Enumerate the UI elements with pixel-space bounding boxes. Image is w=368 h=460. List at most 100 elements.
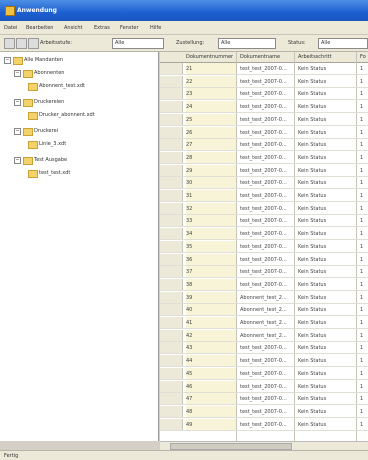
table-row[interactable]: 43 test_test_2007-0... Kein Status 1 [160, 342, 368, 355]
table-row[interactable]: 27 test_test_2007-0... Kein Status 1 [160, 139, 368, 152]
table-row[interactable]: 35 test_test_2007-0... Kein Status 1 [160, 240, 368, 253]
table-row[interactable]: 25 test_test_2007-0... Kein Status 1 [160, 113, 368, 126]
menu-item-extras[interactable]: Extras [94, 25, 110, 31]
cell-step: Kein Status [298, 383, 327, 390]
row-selector[interactable] [160, 342, 183, 354]
row-selector[interactable] [160, 304, 183, 316]
row-selector[interactable] [160, 405, 183, 417]
table-row[interactable]: 46 test_test_2007-0... Kein Status 1 [160, 380, 368, 393]
table-row[interactable]: 49 test_test_2007-0... Kein Status 1 [160, 418, 368, 431]
row-selector[interactable] [160, 63, 183, 74]
row-selector[interactable] [160, 101, 183, 113]
row-selector[interactable] [160, 317, 183, 328]
row-selector[interactable] [160, 202, 183, 214]
cell-number: 47 [186, 393, 236, 405]
table-row[interactable]: 31 test_test_2007-0... Kein Status 1 [160, 190, 368, 202]
table-row[interactable]: 39 Abonnent_test_2... Kein Status 1 [160, 291, 368, 304]
table-row[interactable]: 41 Abonnent_test_2... Kein Status 1 [160, 317, 368, 329]
row-selector[interactable] [160, 228, 183, 240]
table-row[interactable]: 33 test_test_2007-0... Kein Status 1 [160, 215, 368, 228]
row-selector[interactable] [160, 278, 183, 290]
cell-name: test_test_2007-0... [240, 370, 287, 377]
menu-item-bearbeiten[interactable]: Bearbeiten [26, 25, 53, 31]
forward-icon[interactable] [16, 38, 27, 49]
row-selector[interactable] [160, 164, 183, 176]
row-selector[interactable] [160, 113, 183, 125]
table-row[interactable]: 34 test_test_2007-0... Kein Status 1 [160, 228, 368, 241]
menu-item-hilfe[interactable]: Hilfe [150, 25, 161, 31]
tree-root-label: Alle Mandanten [24, 57, 64, 63]
table-row[interactable]: 22 test_test_2007-0... Kein Status 1 [160, 75, 368, 88]
row-selector[interactable] [160, 177, 183, 189]
cell-number-text: 45 [186, 370, 193, 377]
menu-item-ansicht[interactable]: Ansicht [64, 25, 82, 31]
cell-fo: 1 [360, 66, 364, 72]
row-selector[interactable] [160, 151, 183, 163]
refresh-icon[interactable] [28, 38, 39, 49]
table-row[interactable]: 44 test_test_2007-0... Kein Status 1 [160, 355, 368, 368]
row-selector[interactable] [160, 253, 183, 265]
field2-select[interactable]: Alle [218, 38, 276, 49]
row-selector[interactable] [160, 380, 183, 392]
column-header[interactable]: Fo [360, 54, 366, 60]
collapse-icon[interactable]: − [14, 128, 21, 135]
cell-number: 35 [186, 240, 236, 252]
menu-item-datei[interactable]: Datei [4, 25, 17, 31]
row-selector[interactable] [160, 418, 183, 430]
collapse-icon[interactable]: − [14, 70, 21, 77]
row-selector[interactable] [160, 88, 183, 100]
table-row[interactable]: 42 Abonnent_test_2... Kein Status 1 [160, 329, 368, 342]
table-row[interactable]: 24 test_test_2007-0... Kein Status 1 [160, 101, 368, 114]
collapse-icon[interactable]: − [4, 57, 11, 64]
collapse-icon[interactable]: − [14, 99, 21, 106]
row-selector[interactable] [160, 215, 183, 227]
row-selector[interactable] [160, 355, 183, 367]
cell-number: 21 [186, 63, 236, 74]
row-selector[interactable] [160, 367, 183, 379]
row-selector[interactable] [160, 126, 183, 138]
row-selector[interactable] [160, 75, 183, 87]
row-selector[interactable] [160, 329, 183, 341]
column-header[interactable]: Dokumentname [240, 54, 280, 60]
row-selector[interactable] [160, 266, 183, 278]
column-header[interactable]: Arbeitsschritt [298, 54, 332, 60]
collapse-icon[interactable]: − [14, 157, 21, 164]
cell-fo: 1 [360, 104, 364, 111]
cell-name: test_test_2007-0... [240, 281, 287, 288]
column-header[interactable]: Dokumentnummer [186, 54, 233, 60]
cell-step: Kein Status [298, 167, 327, 174]
row-selector[interactable] [160, 393, 183, 405]
horizontal-scrollbar[interactable] [160, 441, 368, 450]
cell-number-text: 42 [186, 332, 193, 339]
table-row[interactable]: 47 test_test_2007-0... Kein Status 1 [160, 393, 368, 406]
table-row[interactable]: 23 test_test_2007-0... Kein Status 1 [160, 88, 368, 101]
cell-fo: 1 [360, 358, 364, 365]
cell-number-text: 25 [186, 116, 193, 123]
menu-item-fenster[interactable]: Fenster [120, 25, 139, 31]
table-row[interactable]: 32 test_test_2007-0... Kein Status 1 [160, 202, 368, 215]
row-selector[interactable] [160, 190, 183, 201]
table-row[interactable]: 30 test_test_2007-0... Kein Status 1 [160, 177, 368, 190]
table-row[interactable]: 29 test_test_2007-0... Kein Status 1 [160, 164, 368, 177]
field1-select[interactable]: Alle [112, 38, 164, 49]
row-selector[interactable] [160, 139, 183, 151]
table-row[interactable]: 28 test_test_2007-0... Kein Status 1 [160, 151, 368, 164]
table-row[interactable]: 40 Abonnent_test_2... Kein Status 1 [160, 304, 368, 317]
cell-number: 22 [186, 75, 236, 87]
table-row[interactable]: 38 test_test_2007-0... Kein Status 1 [160, 278, 368, 291]
table-row[interactable]: 26 test_test_2007-0... Kein Status 1 [160, 126, 368, 139]
field3-select[interactable]: Alle [318, 38, 368, 49]
back-icon[interactable] [4, 38, 15, 49]
row-selector[interactable] [160, 291, 183, 303]
table-row[interactable]: 37 test_test_2007-0... Kein Status 1 [160, 266, 368, 279]
table-row[interactable]: 21 test_test_2007-0... Kein Status 1 [160, 63, 368, 75]
table-row[interactable]: 36 test_test_2007-0... Kein Status 1 [160, 253, 368, 266]
cell-name: test_test_2007-0... [240, 154, 287, 161]
cell-number-text: 41 [186, 320, 193, 326]
row-selector[interactable] [160, 240, 183, 252]
table-row[interactable]: 45 test_test_2007-0... Kein Status 1 [160, 367, 368, 380]
tree-node-label: Druckerei [34, 128, 59, 134]
scrollbar-thumb[interactable] [170, 443, 292, 450]
cell-step: Kein Status [298, 142, 327, 149]
table-row[interactable]: 48 test_test_2007-0... Kein Status 1 [160, 405, 368, 418]
